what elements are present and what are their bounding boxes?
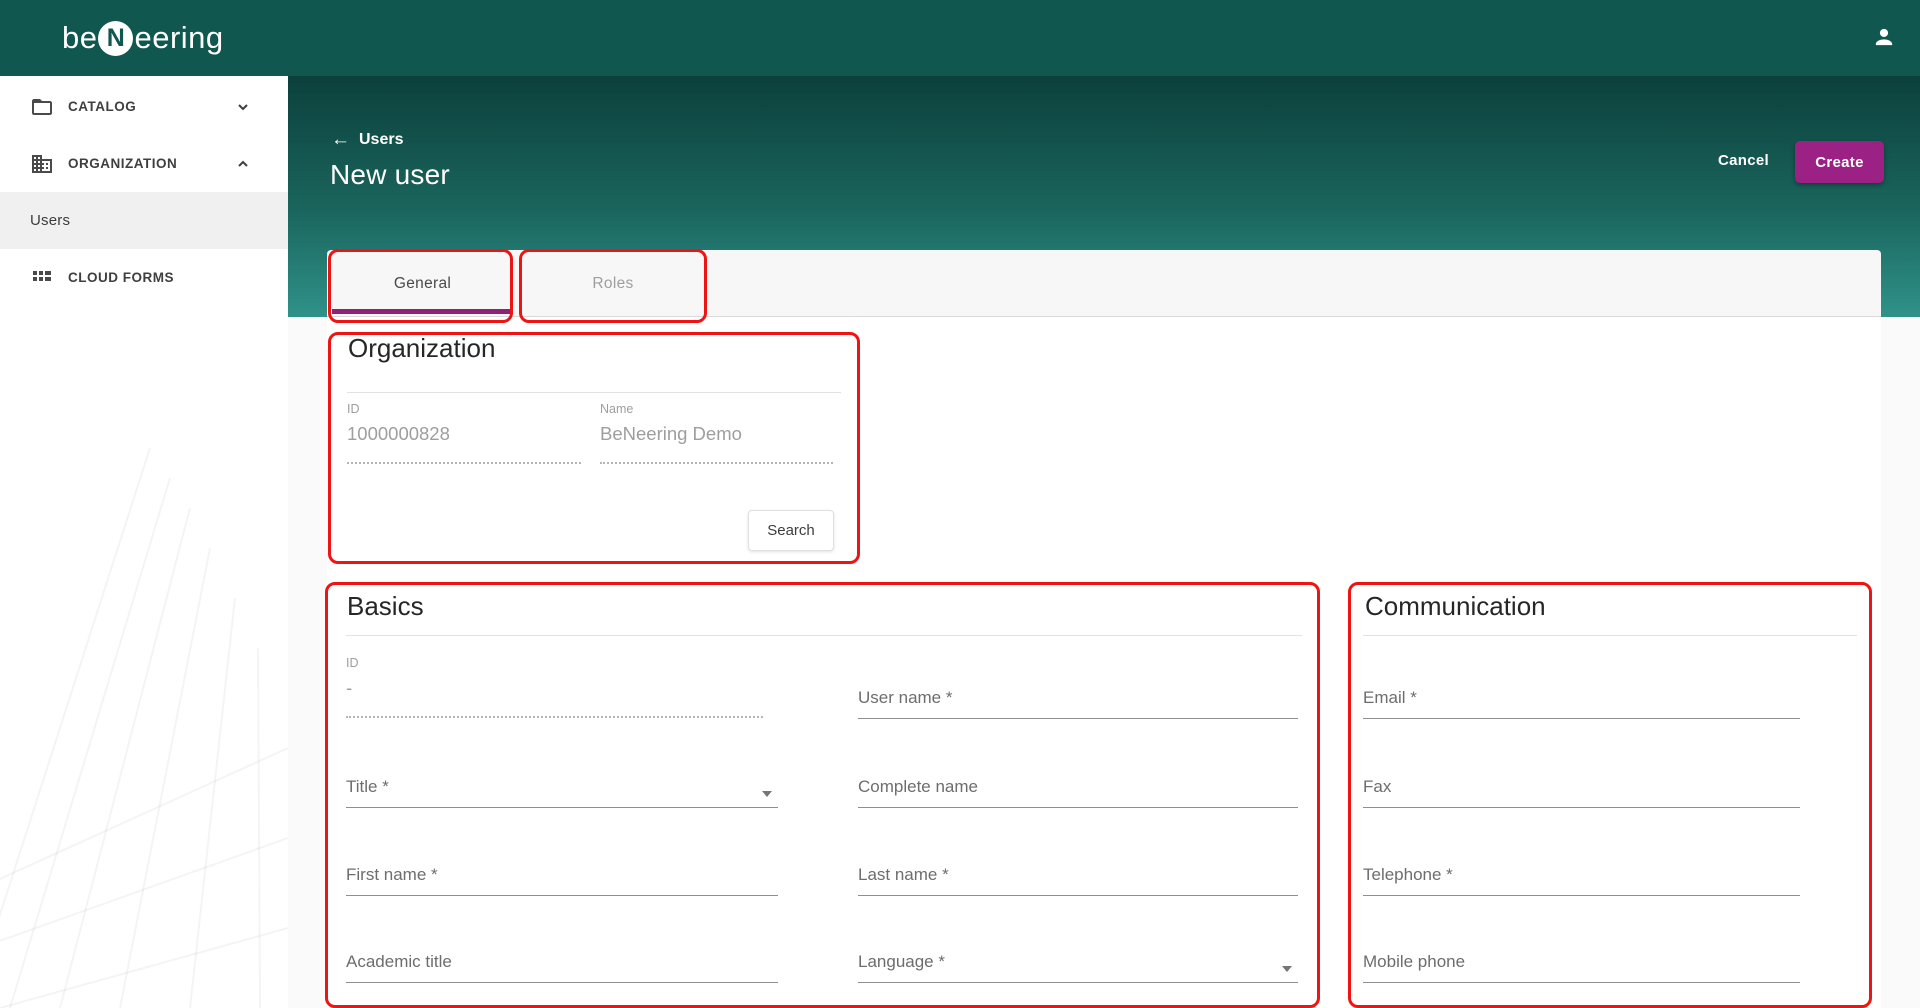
tab-bar: General Roles: [327, 250, 1881, 317]
sidebar-item-label: CLOUD FORMS: [68, 270, 174, 285]
field-label: Last name *: [858, 865, 949, 884]
dropdown-caret-icon: [762, 791, 772, 797]
email-field[interactable]: Email *: [1363, 688, 1800, 719]
field-value: BeNeering Demo: [600, 423, 742, 444]
person-icon: [1870, 23, 1898, 54]
back-arrow-icon: ←: [331, 129, 350, 150]
field-label: Fax: [1363, 777, 1392, 796]
field-label: ID: [346, 656, 359, 670]
field-label: First name *: [346, 865, 438, 884]
logo-n-icon: N: [98, 20, 134, 56]
create-button[interactable]: Create: [1795, 141, 1884, 183]
organization-name-field: Name BeNeering Demo: [600, 402, 833, 464]
fax-field[interactable]: Fax: [1363, 777, 1800, 808]
sidebar-item-label: Users: [30, 212, 71, 229]
form-content: Organization ID 1000000828 Name BeNeerin…: [327, 317, 1881, 1008]
field-label: Complete name: [858, 777, 979, 796]
field-label: Mobile phone: [1363, 952, 1466, 971]
organization-id-field: ID 1000000828: [347, 402, 581, 464]
breadcrumb-label: Users: [359, 131, 404, 148]
divider: [347, 392, 841, 393]
field-label: ID: [347, 402, 360, 416]
beneering-logo: be Neering: [62, 0, 224, 76]
last-name-field[interactable]: Last name *: [858, 865, 1298, 896]
app-bar: be Neering: [0, 0, 1920, 76]
first-name-field[interactable]: First name *: [346, 865, 778, 896]
divider: [346, 635, 1302, 636]
title-select-field[interactable]: Title *: [346, 777, 778, 808]
mobile-phone-field[interactable]: Mobile phone: [1363, 952, 1800, 983]
telephone-field[interactable]: Telephone *: [1363, 865, 1800, 896]
grid-icon: [30, 266, 54, 290]
breadcrumb-back[interactable]: ← Users: [331, 129, 404, 150]
divider: [1363, 635, 1857, 636]
user-name-field[interactable]: User name *: [858, 688, 1298, 719]
page-title: New user: [330, 159, 450, 190]
field-label: Language *: [858, 952, 945, 971]
sidebar-item-label: ORGANIZATION: [68, 156, 178, 171]
sidebar-item-catalog[interactable]: CATALOG: [0, 78, 288, 135]
account-button[interactable]: [1866, 20, 1902, 56]
building-icon: [30, 152, 54, 176]
basics-section-title: Basics: [347, 591, 424, 621]
tab-general[interactable]: General: [332, 250, 513, 317]
field-label: Telephone *: [1363, 865, 1453, 884]
sidebar: CATALOG ORGANIZATION Users CLOUD FORMS: [0, 76, 288, 1008]
sidebar-item-label: CATALOG: [68, 99, 137, 114]
field-value: -: [346, 677, 353, 698]
cancel-button[interactable]: Cancel: [1710, 146, 1777, 175]
tab-roles[interactable]: Roles: [519, 250, 707, 317]
field-label: Academic title: [346, 952, 452, 971]
sidebar-item-users[interactable]: Users: [0, 192, 288, 249]
basics-id-field: ID -: [346, 656, 763, 718]
active-tab-indicator: [332, 309, 513, 314]
search-button[interactable]: Search: [748, 510, 834, 551]
complete-name-field[interactable]: Complete name: [858, 777, 1298, 808]
sidebar-item-cloud-forms[interactable]: CLOUD FORMS: [0, 249, 288, 306]
chevron-up-icon: [236, 157, 250, 171]
field-label: Email *: [1363, 688, 1417, 707]
folder-icon: [30, 95, 54, 119]
field-label: Title *: [346, 777, 389, 796]
chevron-down-icon: [236, 100, 250, 114]
field-label: User name *: [858, 688, 953, 707]
communication-section-title: Communication: [1365, 591, 1546, 621]
logo-text-suffix: eering: [134, 20, 224, 55]
academic-title-field[interactable]: Academic title: [346, 952, 778, 983]
building-watermark-image: [0, 447, 288, 1008]
logo-text-prefix: be: [62, 20, 98, 55]
field-value: 1000000828: [347, 423, 450, 444]
organization-section-title: Organization: [348, 333, 496, 363]
dropdown-caret-icon: [1282, 966, 1292, 972]
field-label: Name: [600, 402, 634, 416]
language-select-field[interactable]: Language *: [858, 952, 1298, 983]
sidebar-item-organization[interactable]: ORGANIZATION: [0, 135, 288, 192]
